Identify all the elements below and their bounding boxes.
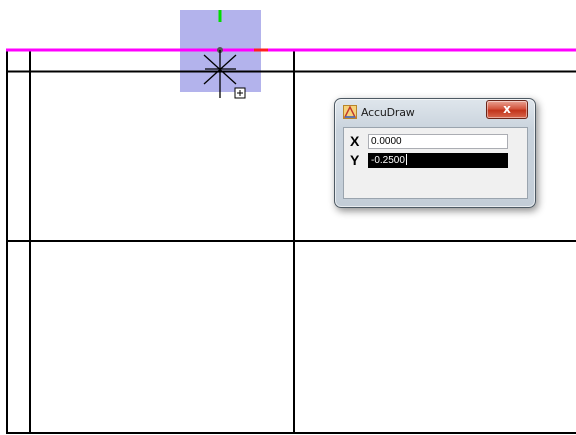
y-label: Y	[350, 152, 360, 168]
close-icon: x	[503, 102, 511, 116]
x-label: X	[350, 133, 360, 149]
accudraw-app-icon	[343, 105, 357, 119]
accudraw-dialog[interactable]: AccuDraw x X 0.0000 Y -0.2500	[334, 98, 536, 208]
y-value: -0.2500	[371, 155, 405, 166]
close-button[interactable]: x	[486, 100, 528, 119]
x-input[interactable]: 0.0000	[368, 134, 508, 149]
dialog-title: AccuDraw	[361, 106, 415, 119]
y-input[interactable]: -0.2500	[368, 153, 508, 168]
drawing-canvas[interactable]	[0, 0, 576, 435]
dialog-titlebar[interactable]: AccuDraw x	[335, 99, 535, 121]
text-caret	[405, 154, 407, 165]
x-value: 0.0000	[371, 136, 402, 147]
plus-box-icon	[234, 87, 246, 99]
dialog-client-area: X 0.0000 Y -0.2500	[343, 127, 528, 199]
